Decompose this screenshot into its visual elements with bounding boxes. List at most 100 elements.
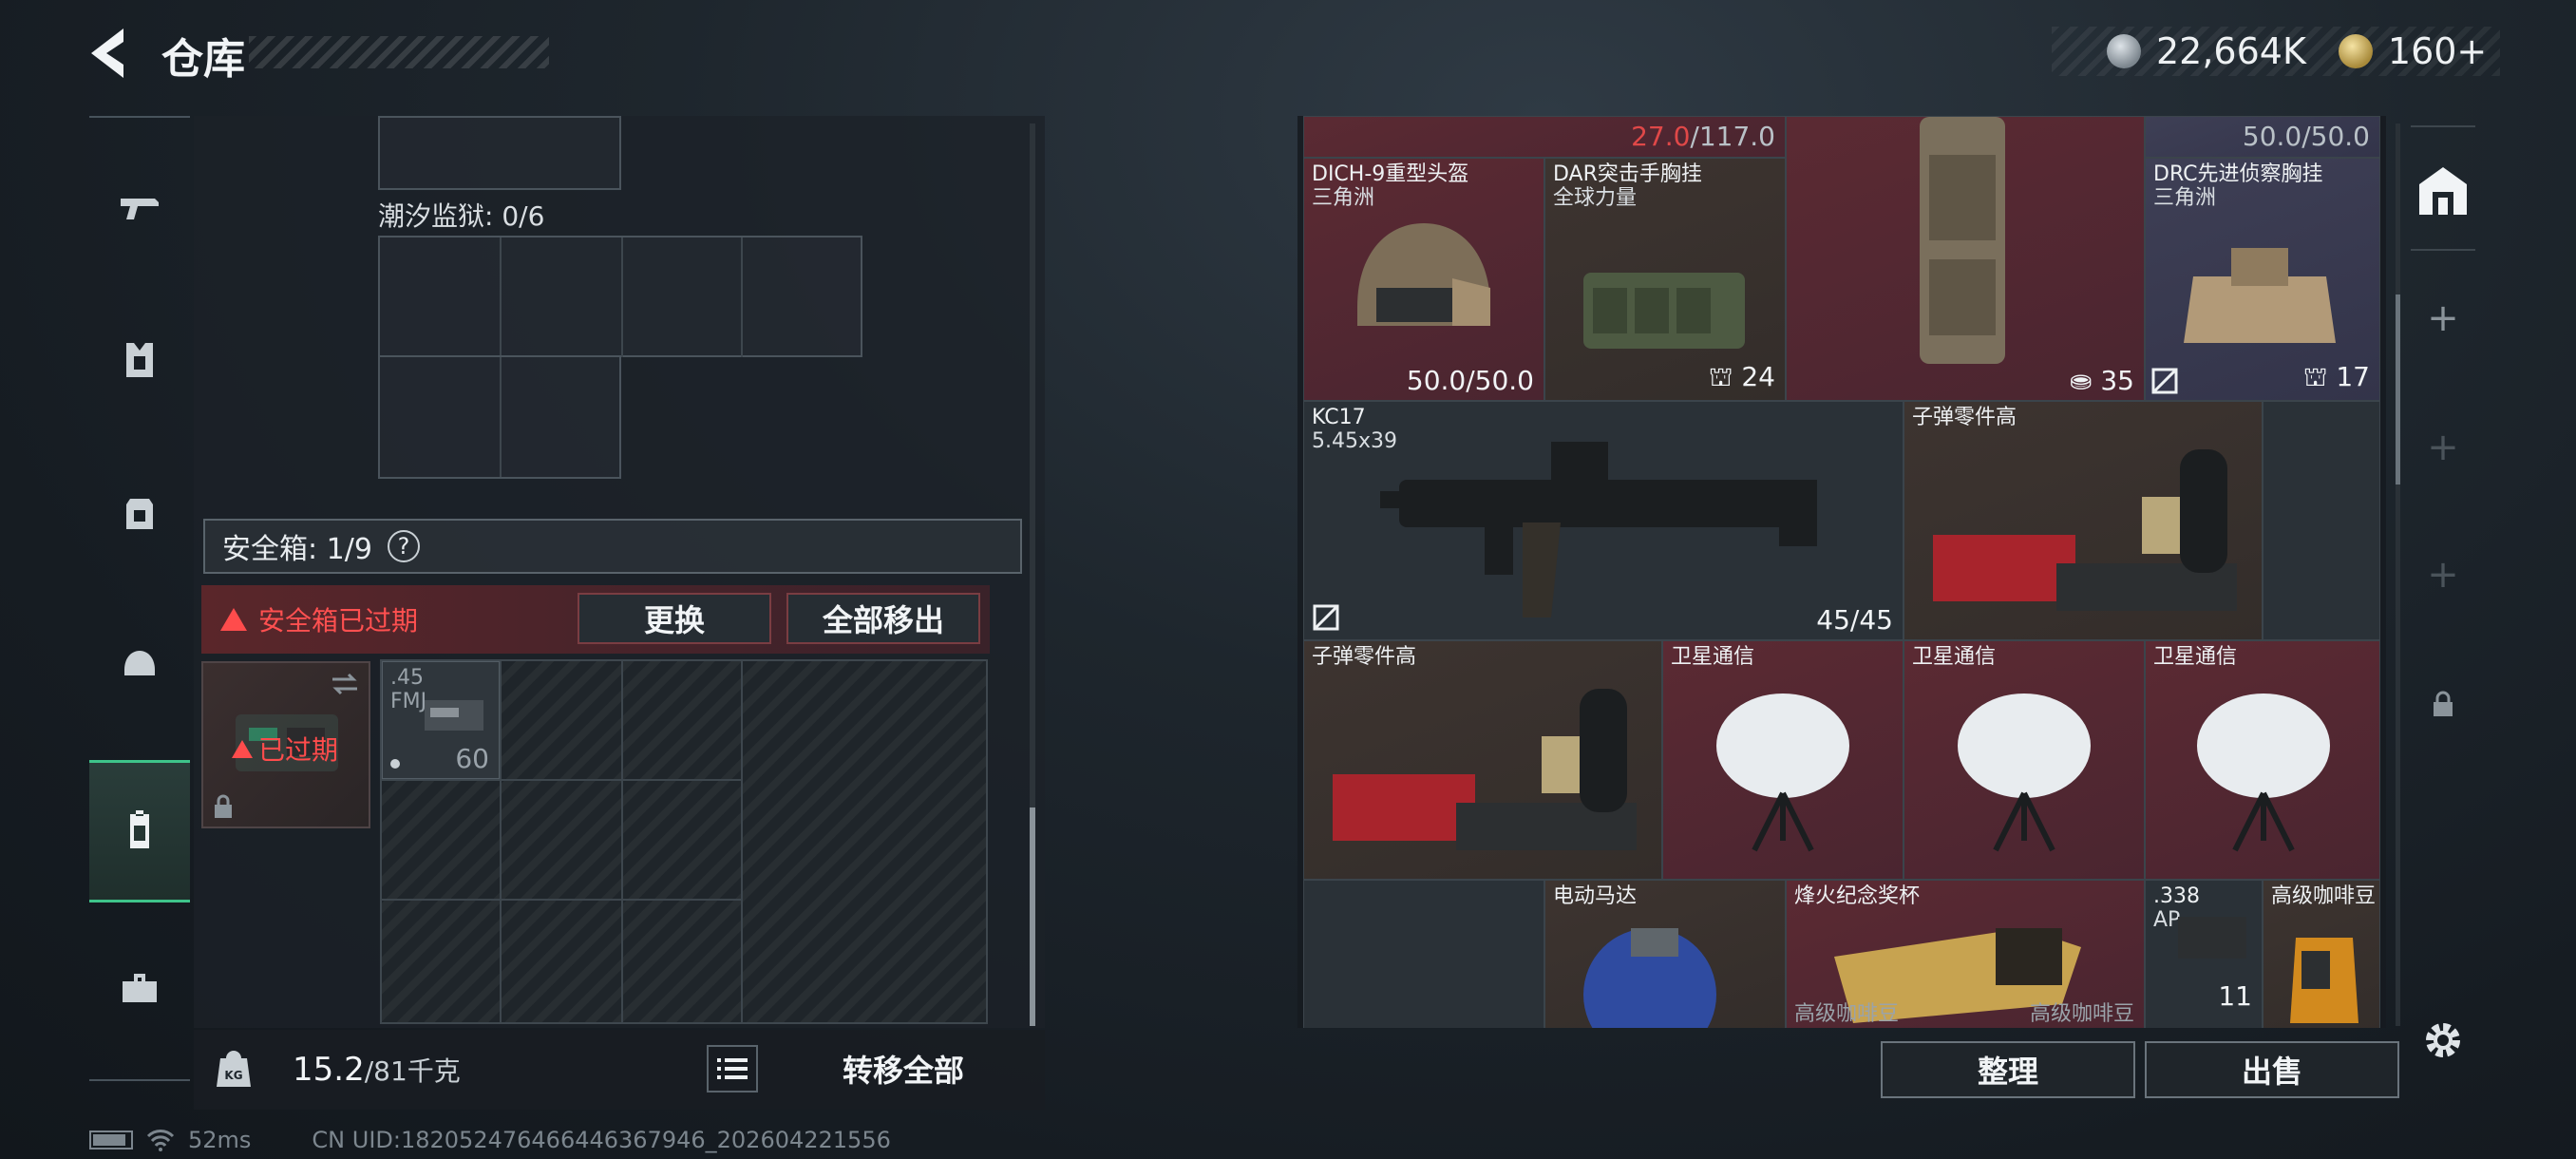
expired-warning-text: 安全箱已过期: [258, 605, 419, 636]
item-helmet-dich9[interactable]: DICH-9重型头盔 三角洲 50.0/50.0: [1303, 158, 1544, 401]
inventory-panel: 27.0/117.0 50.0/50.0 DICH-9重型头盔 三角洲 50.0/…: [1297, 116, 2386, 1028]
tab-armor[interactable]: [89, 289, 190, 431]
currency-secondary-value[interactable]: 160+: [2388, 30, 2487, 72]
help-icon[interactable]: ?: [387, 530, 420, 562]
ammo-parts-icon: [1933, 449, 2237, 611]
plus-icon: +: [2427, 553, 2459, 597]
grid-line: [500, 661, 502, 1022]
safe-expired-tag: 已过期: [232, 730, 338, 768]
item-name: 卫星通信: [2153, 645, 2238, 669]
remove-all-button[interactable]: 全部移出: [786, 593, 980, 644]
backpack-icon: [1920, 117, 2005, 364]
ammo-item-45-fmj[interactable]: .45 FMJ 60: [382, 661, 500, 779]
satellite-dish-icon: [1958, 694, 2091, 852]
tide-prison-grid-row1[interactable]: [378, 236, 862, 357]
scroll-thumb[interactable]: [2396, 294, 2400, 484]
storage-grid-top[interactable]: [378, 116, 621, 190]
transfer-all-button[interactable]: 转移全部: [775, 1039, 1032, 1098]
plus-icon: +: [2427, 426, 2459, 469]
back-arrow-icon: [91, 28, 123, 78]
item-satellite-comm[interactable]: 卫星通信: [1904, 640, 2145, 880]
organize-button[interactable]: 整理: [1881, 1041, 2135, 1098]
rail-divider: [2411, 249, 2475, 251]
helmet-icon: [1357, 223, 1490, 326]
item-capacity: ⛂ 35: [2069, 365, 2134, 396]
satellite-dish-icon: [2197, 694, 2330, 852]
replace-button[interactable]: 更换: [578, 593, 771, 644]
helmet-icon: [124, 651, 155, 675]
backpack-icon: ⛂: [2069, 365, 2093, 396]
item-338-ap-ammo[interactable]: .338 AP 11: [2145, 880, 2263, 1028]
stacked-item-label: 高级咖啡豆: [1794, 1002, 1900, 1026]
inventory-cell-partial[interactable]: 50.0/50.0: [2145, 116, 2380, 158]
storage-scrollbar[interactable]: [1030, 124, 1035, 1026]
weight-icon: KG: [217, 1051, 251, 1087]
grid-line: [741, 238, 743, 357]
ping-value: 52ms: [188, 1127, 252, 1153]
item-name: DAR突击手胸挂 全球力量: [1553, 162, 1702, 211]
satellite-dish-icon: [1716, 694, 1849, 852]
item-name: 子弹零件高: [1312, 645, 1417, 669]
item-bullet-parts[interactable]: 子弹零件高: [1904, 401, 2263, 640]
locked-storage-page[interactable]: [2403, 661, 2483, 747]
add-storage-page-button[interactable]: +: [2403, 532, 2483, 618]
ammo-box-icon: [2178, 917, 2246, 959]
item-drc-recon-vest[interactable]: DRC先进侦察胸挂 三角洲 ⛫ 17: [2145, 158, 2380, 401]
tab-weapons[interactable]: [89, 135, 190, 277]
item-satellite-comm[interactable]: 卫星通信: [1662, 640, 1904, 880]
battery-icon: [89, 1130, 133, 1150]
storage-page-main[interactable]: [2403, 148, 2483, 234]
back-button[interactable]: [85, 25, 135, 82]
item-kc17-rifle[interactable]: KC17 5.45x39 45/45: [1303, 401, 1904, 640]
silver-coin-icon: [2107, 34, 2141, 68]
currency-bar: 22,664K 160+: [2052, 27, 2500, 76]
settings-button[interactable]: [2403, 998, 2483, 1083]
inventory-empty-cell[interactable]: [2263, 401, 2380, 640]
ammo-count: 60: [455, 743, 489, 774]
list-view-button[interactable]: [707, 1045, 758, 1092]
item-dar-chest-rig[interactable]: DAR突击手胸挂 全球力量 ⛫ 24: [1544, 158, 1786, 401]
rifle-icon: [1380, 442, 1817, 618]
gold-coin-icon: [2338, 34, 2373, 68]
tab-toolbox[interactable]: [89, 916, 190, 1058]
item-tactical-backpack[interactable]: ⛂ 35: [1786, 116, 2145, 401]
item-satellite-comm[interactable]: 卫星通信: [2145, 640, 2380, 880]
tab-safe-box[interactable]: [89, 760, 190, 902]
tab-backpack[interactable]: [89, 441, 190, 583]
inventory-scrollbar[interactable]: [2396, 124, 2400, 1026]
ammo-box-icon: [425, 700, 483, 731]
stacked-item-label: 高级咖啡豆: [2030, 1002, 2135, 1026]
gear-icon: [2426, 1023, 2460, 1057]
item-beacon-trophy[interactable]: 烽火纪念奖杯 高级咖啡豆 高级咖啡豆: [1786, 880, 2145, 1028]
item-name: 高级咖啡豆: [2271, 884, 2377, 908]
item-durability: 50.0/50.0: [1406, 365, 1534, 396]
item-coffee-beans[interactable]: 高级咖啡豆: [2263, 880, 2380, 1028]
recon-vest-icon: [2184, 248, 2336, 343]
currency-primary-value: 22,664K: [2156, 30, 2306, 72]
safe-box-item[interactable]: 已过期: [201, 661, 370, 828]
gun-icon: [121, 199, 159, 219]
expired-tag-text: 已过期: [258, 734, 339, 766]
sell-button[interactable]: 出售: [2145, 1041, 2399, 1098]
lock-icon: [215, 794, 232, 818]
item-slot-count: ⛫ 24: [1708, 361, 1775, 392]
tab-helmet[interactable]: [89, 593, 190, 735]
item-name: DICH-9重型头盔 三角洲: [1312, 162, 1469, 211]
tide-prison-label: 潮汐监狱: 0/6: [378, 200, 545, 232]
item-bullet-parts[interactable]: 子弹零件高: [1303, 640, 1662, 880]
item-slot-count: ⛫ 17: [2302, 361, 2370, 392]
inventory-empty-cell[interactable]: [1303, 880, 1544, 1028]
ammo-parts-icon: [1333, 689, 1637, 850]
grid-line: [500, 238, 502, 357]
grid-line: [741, 661, 743, 1022]
capacity-value: 27.0/117.0: [1631, 121, 1775, 152]
swap-icon: [332, 673, 357, 695]
add-storage-page-button[interactable]: +: [2403, 276, 2483, 361]
grid-line: [621, 238, 623, 357]
motor-icon: [1583, 928, 1716, 1028]
inventory-cell-partial[interactable]: 27.0/117.0: [1303, 116, 1786, 158]
scroll-thumb[interactable]: [1030, 808, 1035, 1026]
plus-icon: +: [2427, 296, 2459, 340]
add-storage-page-button[interactable]: +: [2403, 405, 2483, 490]
item-electric-motor[interactable]: 电动马达: [1544, 880, 1786, 1028]
